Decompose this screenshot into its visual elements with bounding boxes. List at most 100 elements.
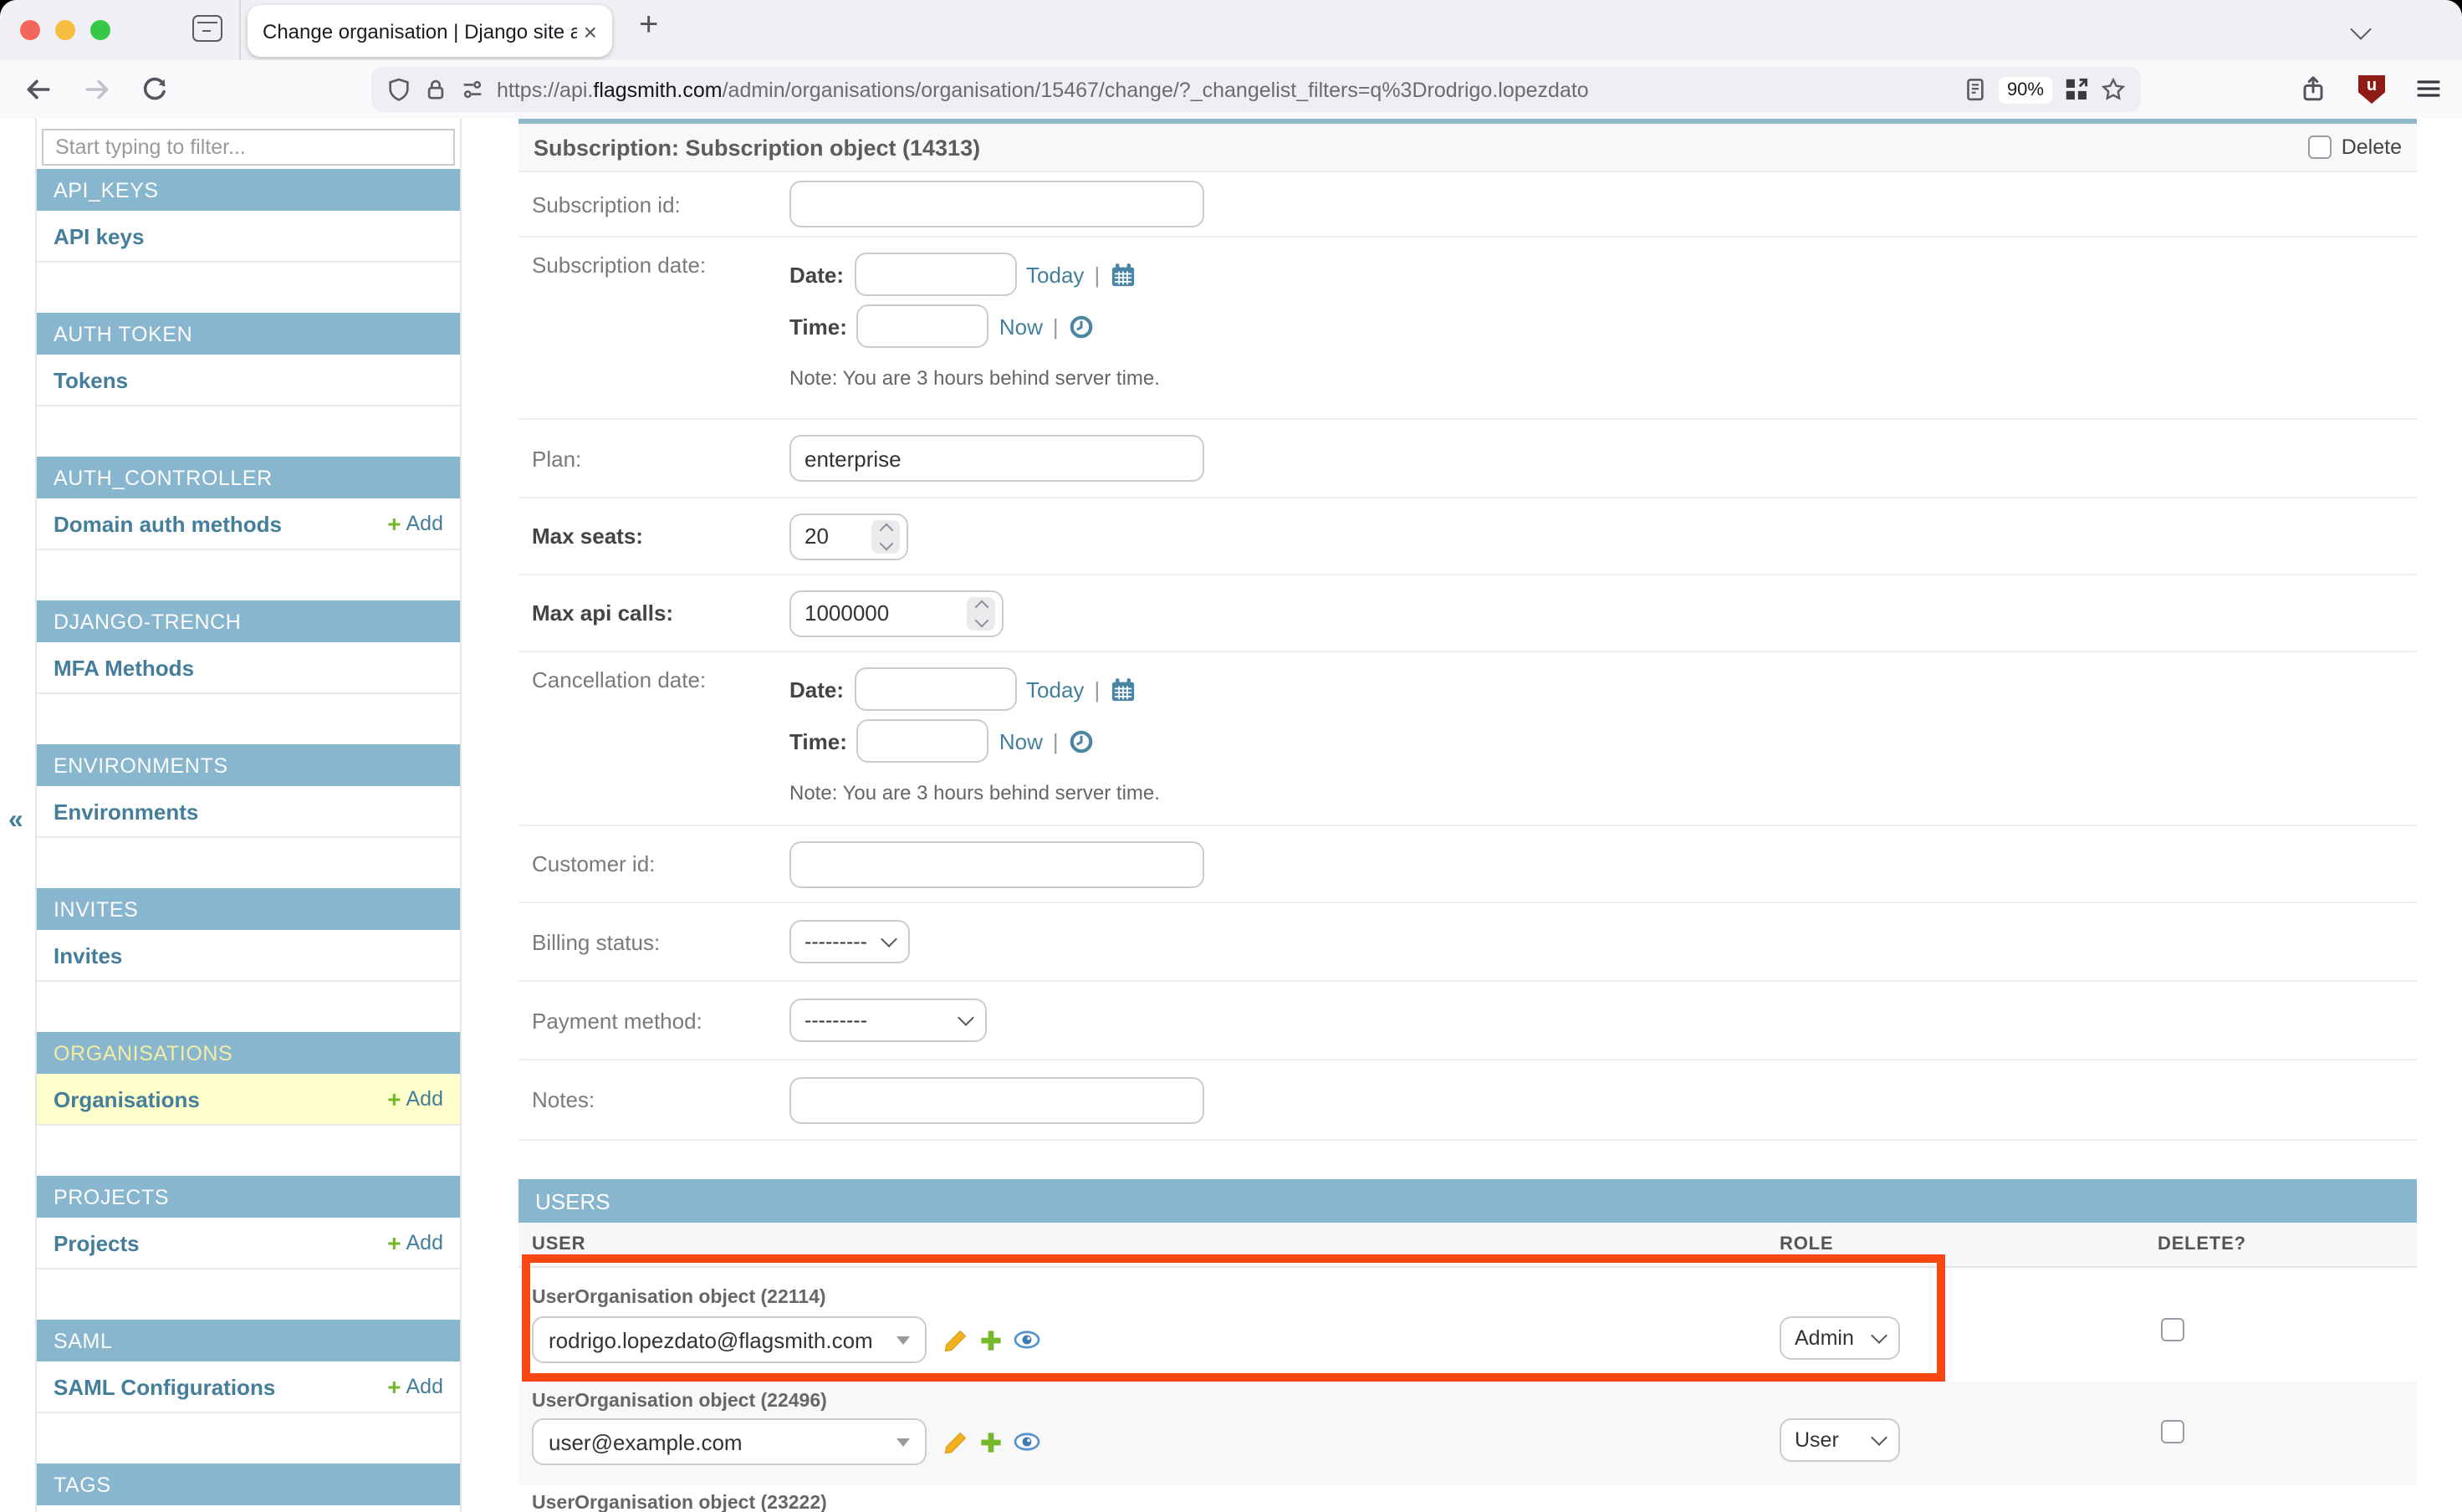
sidebar-item-domain-auth-methods[interactable]: Domain auth methods +Add xyxy=(37,498,460,550)
close-window-button[interactable] xyxy=(20,20,40,40)
sidebar-item-tokens[interactable]: Tokens xyxy=(37,355,460,406)
navigation-bar: https://api.flagsmith.com/admin/organisa… xyxy=(0,60,2462,120)
sidebar-item-saml-configurations[interactable]: SAML Configurations +Add xyxy=(37,1361,460,1413)
sidebar-item-api-keys[interactable]: API keys xyxy=(37,211,460,263)
cancellation-time-input[interactable] xyxy=(857,719,989,763)
plan-input[interactable] xyxy=(789,435,1204,482)
ublock-origin-icon[interactable]: u xyxy=(2358,75,2385,104)
sidebar-item-organisations[interactable]: Organisations +Add xyxy=(37,1074,460,1126)
new-tab-button[interactable]: + xyxy=(639,7,658,45)
bookmark-star-icon[interactable] xyxy=(2101,77,2126,102)
edit-pencil-icon[interactable] xyxy=(943,1429,968,1454)
collapse-sidebar-chevron[interactable]: « xyxy=(8,806,23,836)
notes-input[interactable] xyxy=(789,1076,1204,1123)
clock-icon[interactable] xyxy=(1069,314,1094,339)
sidebar-item-label[interactable]: Invites xyxy=(54,942,122,968)
user-select[interactable]: user@example.com xyxy=(532,1418,927,1465)
delete-checkbox[interactable] xyxy=(2308,135,2332,159)
cancellation-date-input[interactable] xyxy=(854,667,1016,711)
now-link[interactable]: Now xyxy=(999,314,1043,339)
subscription-date-input[interactable] xyxy=(854,253,1016,296)
calendar-icon[interactable] xyxy=(1110,677,1135,702)
sidebar-toggle-icon[interactable] xyxy=(192,15,222,42)
edit-pencil-icon[interactable] xyxy=(943,1327,968,1352)
user-row: UserOrganisation object (23222) xyxy=(518,1485,2417,1512)
form-row-subscription-date: Subscription date: Date: Today | Time: N… xyxy=(518,238,2417,420)
active-tab[interactable]: Change organisation | Django site ad × xyxy=(248,5,612,57)
sidebar-item-label[interactable]: Environments xyxy=(54,799,198,824)
sidebar-item-tags[interactable]: Tags xyxy=(37,1505,460,1512)
lock-icon[interactable] xyxy=(423,77,448,102)
field-label: Max seats: xyxy=(532,524,789,549)
view-eye-icon[interactable] xyxy=(1014,1428,1040,1455)
sidebar-item-label[interactable]: API keys xyxy=(54,223,144,248)
minimize-window-button[interactable] xyxy=(55,20,75,40)
sidebar-item-label[interactable]: Organisations xyxy=(54,1086,200,1111)
today-link[interactable]: Today xyxy=(1026,677,1084,702)
plus-icon: + xyxy=(387,1087,401,1111)
add-link[interactable]: +Add xyxy=(387,1087,443,1111)
view-eye-icon[interactable] xyxy=(1014,1326,1040,1353)
add-plus-icon[interactable] xyxy=(978,1429,1004,1454)
sidebar-section-environments: ENVIRONMENTS Environments xyxy=(37,744,460,838)
forward-icon[interactable] xyxy=(84,75,112,104)
form-row-subscription-id: Subscription id: xyxy=(518,172,2417,238)
sidebar-item-label[interactable]: Domain auth methods xyxy=(54,511,282,536)
sidebar-item-environments[interactable]: Environments xyxy=(37,786,460,838)
calendar-icon[interactable] xyxy=(1110,262,1135,287)
url-bar[interactable]: https://api.flagsmith.com/admin/organisa… xyxy=(371,67,2141,112)
reload-icon[interactable] xyxy=(140,75,169,104)
customer-id-input[interactable] xyxy=(789,840,1204,887)
url-path: /admin/organisations/organisation/15467/… xyxy=(723,78,1589,101)
sidebar-item-label[interactable]: SAML Configurations xyxy=(54,1374,275,1399)
add-link[interactable]: +Add xyxy=(387,512,443,535)
add-link[interactable]: +Add xyxy=(387,1375,443,1398)
user-organisation-object-label: UserOrganisation object (23222) xyxy=(532,1494,827,1512)
plus-icon: + xyxy=(387,1231,401,1254)
form-row-max-api-calls: Max api calls: xyxy=(518,575,2417,652)
sidebar-item-mfa-methods[interactable]: MFA Methods xyxy=(37,642,460,694)
add-link[interactable]: +Add xyxy=(387,1231,443,1254)
picture-in-picture-icon[interactable] xyxy=(2064,77,2089,102)
share-icon[interactable] xyxy=(2300,75,2327,102)
sidebar-item-label[interactable]: MFA Methods xyxy=(54,655,194,680)
user-select[interactable]: rodrigo.lopezdato@flagsmith.com xyxy=(532,1316,927,1363)
delete-user-checkbox[interactable] xyxy=(2161,1420,2184,1443)
section-title: TAGS xyxy=(37,1463,460,1505)
clock-icon[interactable] xyxy=(1069,728,1094,753)
menu-hamburger-icon[interactable] xyxy=(2415,75,2442,102)
billing-status-select[interactable]: --------- xyxy=(789,920,910,963)
date-label: Date: xyxy=(789,677,844,702)
role-select[interactable]: User xyxy=(1780,1418,1900,1462)
today-link[interactable]: Today xyxy=(1026,262,1084,287)
sidebar-item-projects[interactable]: Projects +Add xyxy=(37,1218,460,1269)
permissions-icon[interactable] xyxy=(460,77,485,102)
form-row-payment-method: Payment method: --------- xyxy=(518,982,2417,1060)
add-plus-icon[interactable] xyxy=(978,1327,1004,1352)
sidebar-filter-input[interactable] xyxy=(42,129,455,166)
subscription-time-input[interactable] xyxy=(857,304,989,348)
number-stepper[interactable] xyxy=(967,596,995,630)
sidebar-item-invites[interactable]: Invites xyxy=(37,930,460,982)
admin-sidebar: API_KEYS API keys AUTH TOKEN Tokens AUTH… xyxy=(35,119,462,1512)
role-select[interactable]: Admin xyxy=(1780,1316,1900,1360)
subscription-id-input[interactable] xyxy=(789,181,1204,227)
list-tabs-chevron-icon[interactable] xyxy=(2350,18,2371,39)
zoom-level-button[interactable]: 90% xyxy=(1999,76,2052,103)
browser-window: Change organisation | Django site ad × +… xyxy=(0,0,2462,1512)
chevron-down-icon xyxy=(1871,1327,1887,1344)
form-row-billing-status: Billing status: --------- xyxy=(518,903,2417,982)
sidebar-item-label[interactable]: Tokens xyxy=(54,367,128,392)
sidebar-item-label[interactable]: Projects xyxy=(54,1230,140,1255)
payment-method-select[interactable]: --------- xyxy=(789,999,987,1042)
form-row-cancellation-date: Cancellation date: Date: Today | Time: N… xyxy=(518,652,2417,826)
close-tab-icon[interactable]: × xyxy=(584,19,597,43)
shield-icon[interactable] xyxy=(386,77,411,102)
zoom-window-button[interactable] xyxy=(90,20,110,40)
number-stepper[interactable] xyxy=(871,519,900,553)
reader-mode-icon[interactable] xyxy=(1962,77,1987,102)
back-icon[interactable] xyxy=(23,75,52,104)
page-title: Subscription: Subscription object (14313… xyxy=(534,135,980,160)
delete-user-checkbox[interactable] xyxy=(2161,1318,2184,1341)
now-link[interactable]: Now xyxy=(999,728,1043,753)
